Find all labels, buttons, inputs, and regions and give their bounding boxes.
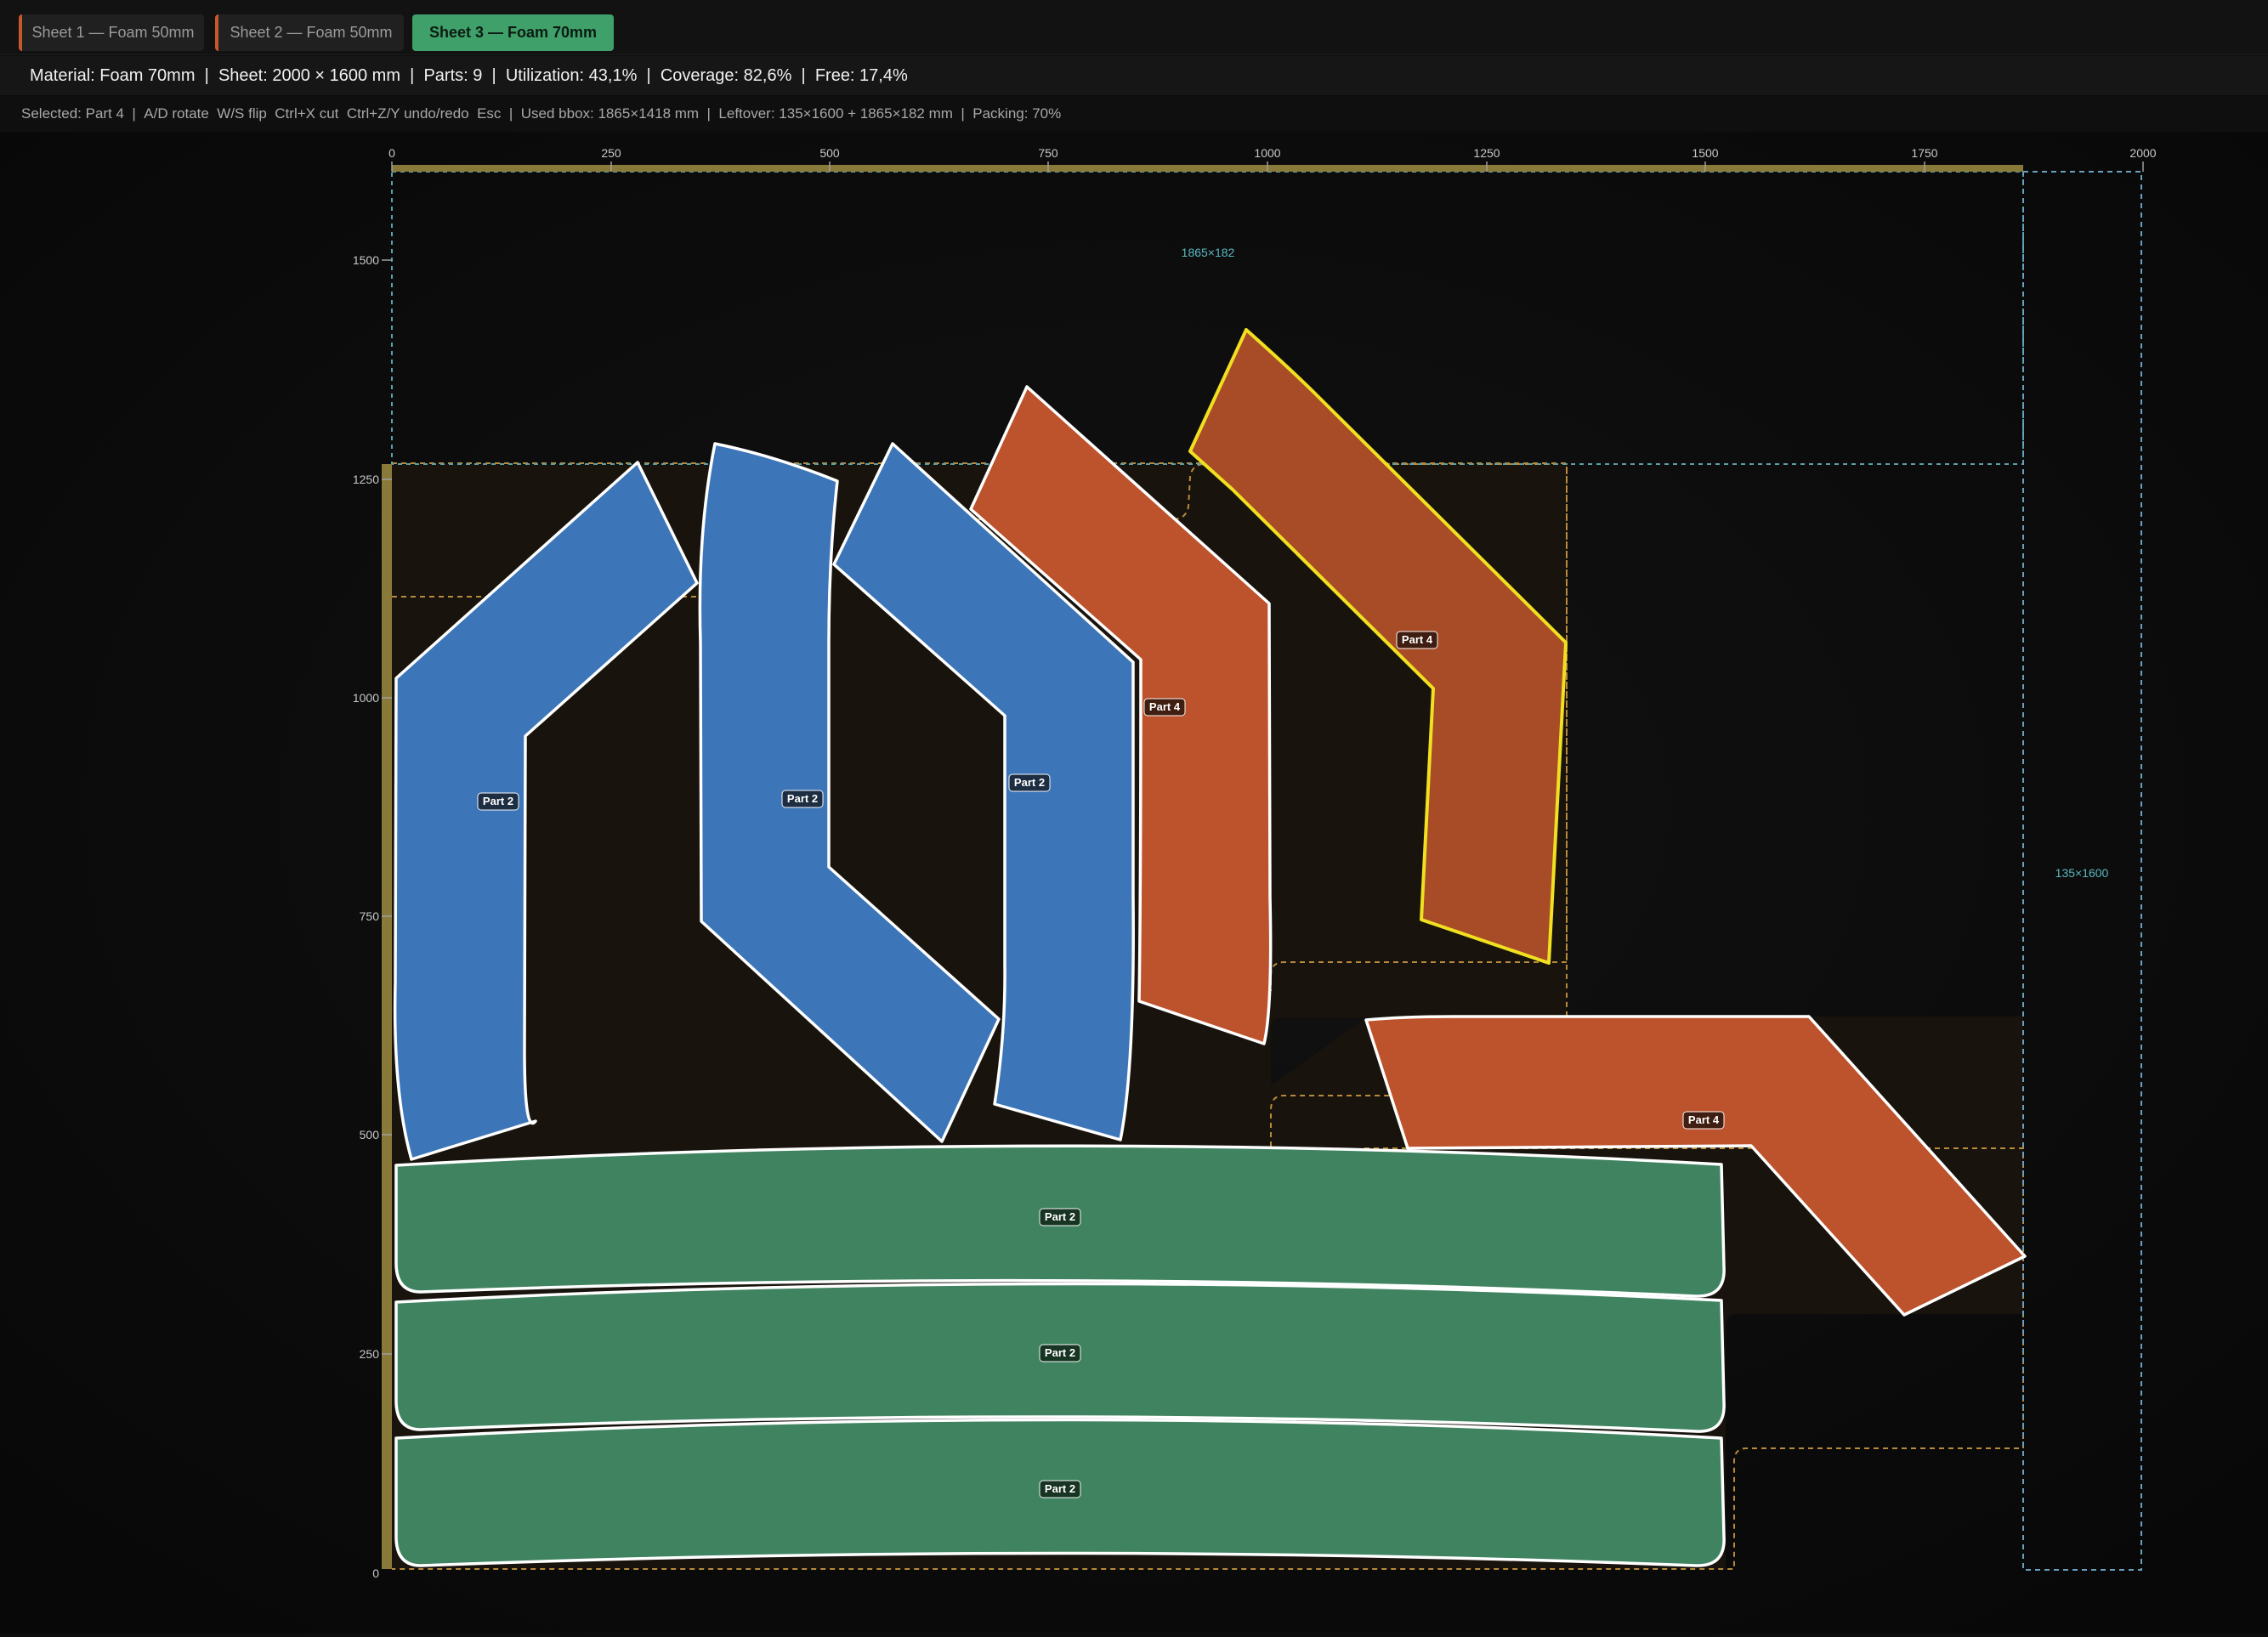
x-tick-label: 1000 — [1254, 146, 1280, 160]
part-label: Part 2 — [781, 790, 824, 808]
part-label-text: Part 4 — [1149, 700, 1181, 713]
x-tick-label: 250 — [601, 146, 621, 160]
packing-text: Packing: 70% — [972, 105, 1062, 122]
tab-sheet-1[interactable]: Sheet 1 — Foam 50mm — [19, 14, 204, 51]
y-tick-label: 750 — [360, 909, 380, 923]
nesting-canvas-svg[interactable]: 0 250 500 750 1000 1250 1500 1750 2000 1… — [0, 133, 2268, 1633]
part-label: Part 4 — [1143, 698, 1186, 717]
x-tick-label: 500 — [819, 146, 840, 160]
x-tick-label: 1250 — [1473, 146, 1500, 160]
utilization-info: Utilization: 43,1% — [505, 65, 638, 85]
part-label: Part 4 — [1682, 1111, 1725, 1130]
sheet-info-bar: Material: Foam 70mm | Sheet: 2000 × 1600… — [0, 56, 2268, 95]
x-tick-label: 1500 — [1692, 146, 1718, 160]
y-tick-label: 0 — [372, 1566, 379, 1580]
part-label: Part 4 — [1396, 631, 1438, 649]
leftover-text: Leftover: 135×1600 + 1865×182 mm — [718, 105, 953, 122]
part-label: Part 2 — [1008, 773, 1051, 792]
x-tick-label: 0 — [388, 146, 395, 160]
free-info: Free: 17,4% — [814, 65, 908, 85]
tab-sheet-3[interactable]: Sheet 3 — Foam 70mm — [412, 14, 614, 51]
part-label-text: Part 2 — [787, 792, 818, 805]
part-label-text: Part 2 — [483, 795, 513, 807]
coverage-info: Coverage: 82,6% — [660, 65, 792, 85]
part-label-text: Part 4 — [1688, 1113, 1720, 1126]
sheet-left-edge — [382, 464, 392, 1569]
part-label: Part 2 — [1039, 1208, 1081, 1226]
sheet-top-edge — [392, 165, 2023, 172]
part-label: Part 2 — [1039, 1344, 1081, 1362]
status-hint-bar: Selected: Part 4 | A/D rotate W/S flip C… — [0, 97, 2268, 131]
material-info: Material: Foam 70mm — [30, 65, 196, 85]
sheet-tab-bar: Sheet 1 — Foam 50mm Sheet 2 — Foam 50mm … — [0, 0, 2268, 55]
part-label-text: Part 4 — [1402, 633, 1433, 646]
keyboard-shortcuts-text: A/D rotate W/S flip Ctrl+X cut Ctrl+Z/Y … — [144, 105, 502, 122]
part-label-text: Part 2 — [1014, 776, 1045, 789]
selected-part-text: Selected: Part 4 — [21, 105, 124, 122]
leftover-top-label: 1865×182 — [1182, 246, 1235, 259]
part-label-text: Part 2 — [1045, 1346, 1075, 1359]
y-tick-label: 250 — [360, 1347, 380, 1361]
parts-count-info: Parts: 9 — [423, 65, 483, 85]
used-bbox-text: Used bbox: 1865×1418 mm — [520, 105, 700, 122]
leftover-right-label: 135×1600 — [2055, 866, 2109, 880]
x-tick-label: 750 — [1038, 146, 1058, 160]
part-label: Part 2 — [477, 792, 519, 811]
y-tick-label: 1000 — [353, 691, 379, 705]
y-tick-label: 500 — [360, 1128, 380, 1141]
tab-sheet-2[interactable]: Sheet 2 — Foam 50mm — [215, 14, 404, 51]
x-tick-label: 2000 — [2129, 146, 2156, 160]
part-label-text: Part 2 — [1045, 1482, 1075, 1495]
nesting-canvas[interactable]: 0 250 500 750 1000 1250 1500 1750 2000 1… — [0, 133, 2268, 1633]
y-tick-label: 1500 — [353, 253, 379, 267]
part-label: Part 2 — [1039, 1480, 1081, 1498]
y-tick-label: 1250 — [353, 473, 379, 486]
separator — [196, 66, 205, 86]
x-tick-label: 1750 — [1911, 146, 1937, 160]
sheet-size-info: Sheet: 2000 × 1600 mm — [218, 65, 400, 85]
part-label-text: Part 2 — [1045, 1210, 1075, 1223]
